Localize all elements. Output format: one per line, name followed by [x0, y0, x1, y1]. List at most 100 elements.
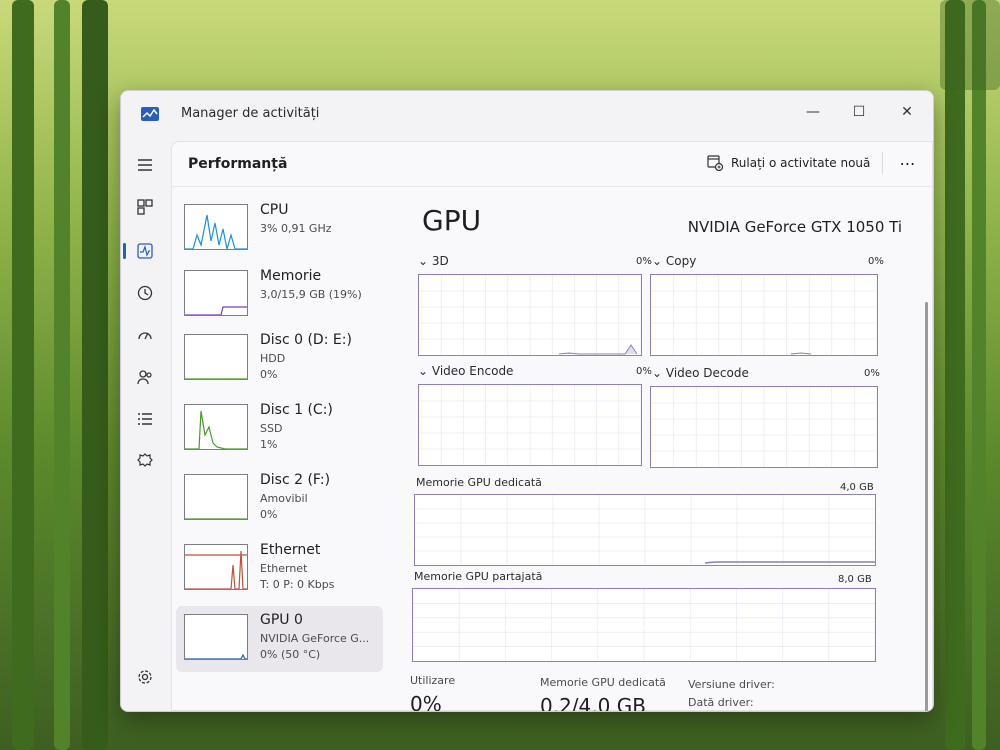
- resource-detail: Ethernet: [260, 562, 308, 575]
- resource-sparkline: [185, 378, 247, 379]
- resource-name: Disc 0 (D: E:): [260, 332, 352, 348]
- title-bar: Manager de activități — ☐ ✕: [121, 91, 933, 135]
- resource-detail: NVIDIA GeForce G...: [260, 632, 370, 645]
- resource-name: GPU 0: [260, 612, 303, 628]
- resource-detail-2: 1%: [260, 438, 278, 451]
- nav-performance[interactable]: [133, 239, 157, 263]
- more-icon: ⋯: [899, 153, 917, 173]
- resource-detail-2: 0%: [260, 368, 278, 381]
- detail-scrollbar[interactable]: [925, 302, 928, 711]
- resource-sparkline: [185, 653, 247, 659]
- nav-services[interactable]: [133, 449, 157, 473]
- services-icon: [137, 453, 153, 467]
- driver-version-label: Versiune driver:: [688, 678, 775, 691]
- resource-name: Memorie: [260, 268, 322, 284]
- task-manager-window: Manager de activități — ☐ ✕ Performanță …: [120, 90, 934, 712]
- minimize-icon: —: [806, 104, 820, 120]
- nav-processes[interactable]: [133, 195, 157, 219]
- nav-settings[interactable]: [133, 665, 157, 689]
- resource-detail: 3,0/15,9 GB (19%): [260, 288, 362, 301]
- resource-list: CPU 3% 0,91 GHz Memorie 3,0/15,9 GB (19%) Di…: [172, 190, 387, 710]
- dedicated-memory-graph: [414, 494, 876, 566]
- more-options-button[interactable]: ⋯: [894, 150, 922, 176]
- resource-name: Ethernet: [260, 542, 321, 558]
- engine-copy-graph-svg: [651, 275, 877, 355]
- resource-thumbnail: [184, 334, 248, 380]
- engine-video-encode-graph-svg: [419, 385, 641, 465]
- minimize-button[interactable]: —: [793, 99, 833, 125]
- resource-thumbnail: [184, 614, 248, 660]
- resource-thumbnail: [184, 204, 248, 250]
- engine-copy-graph: [650, 274, 878, 356]
- gpu-model-name: NVIDIA GeForce GTX 1050 Ti: [687, 218, 902, 236]
- startup-apps-icon: [138, 332, 152, 340]
- resource-thumbnail: [184, 270, 248, 316]
- engine-video-decode-label[interactable]: ⌄ Video Decode: [652, 366, 749, 380]
- nav-users[interactable]: [133, 365, 157, 389]
- engine-3d-graph-svg: [419, 275, 641, 355]
- nav-startup-apps[interactable]: [133, 323, 157, 347]
- resource-detail-2: 0%: [260, 508, 278, 521]
- menu-button[interactable]: [133, 153, 157, 177]
- app-history-icon: [137, 285, 153, 301]
- shared-memory-max: 8,0 GB: [838, 574, 872, 585]
- dedicated-stat-value: 0,2/4,0 GB: [540, 694, 646, 712]
- engine-3d-pct: 0%: [636, 256, 652, 267]
- dedicated-memory-label: Memorie GPU dedicată: [416, 476, 542, 489]
- engine-3d-label[interactable]: ⌄ 3D: [418, 254, 449, 268]
- users-icon: [137, 370, 152, 385]
- run-new-task-button[interactable]: Rulați o activitate nouă: [707, 155, 870, 171]
- engine-video-encode-label[interactable]: ⌄ Video Encode: [418, 364, 513, 378]
- resource-detail: SSD: [260, 422, 283, 435]
- resource-thumbnail: [184, 474, 248, 520]
- resource-item-memorie[interactable]: Memorie 3,0/15,9 GB (19%): [176, 262, 383, 328]
- resource-detail-2: 0% (50 °C): [260, 648, 321, 661]
- close-button[interactable]: ✕: [887, 99, 927, 125]
- resource-item-gpu-0[interactable]: GPU 0 NVIDIA GeForce G... 0% (50 °C): [176, 606, 383, 672]
- resource-name: CPU: [260, 202, 289, 218]
- shared-memory-graph-svg: [413, 589, 875, 661]
- engine-video-encode-pct: 0%: [636, 366, 652, 377]
- resource-detail: 3% 0,91 GHz: [260, 222, 332, 235]
- details-icon: [138, 413, 152, 425]
- resource-name: Disc 2 (F:): [260, 472, 331, 488]
- engine-video-decode-graph-svg: [651, 387, 877, 467]
- page-title: Performanță: [188, 156, 288, 172]
- resource-item-cpu[interactable]: CPU 3% 0,91 GHz: [176, 196, 383, 262]
- run-task-label: Rulați o activitate nouă: [731, 156, 871, 170]
- dedicated-stat-label: Memorie GPU dedicată: [540, 676, 666, 689]
- dedicated-memory-graph-svg: [415, 495, 875, 565]
- resource-item-disc-2-f[interactable]: Disc 2 (F:) Amovibil 0%: [176, 466, 383, 532]
- nav-details[interactable]: [133, 407, 157, 431]
- resource-name: Disc 1 (C:): [260, 402, 333, 418]
- resource-thumbnail: [184, 404, 248, 450]
- gpu-detail-panel: GPU NVIDIA GeForce GTX 1050 Ti ⌄ 3D 0% ⌄…: [410, 190, 920, 712]
- close-icon: ✕: [901, 104, 913, 120]
- shared-memory-label: Memorie GPU partajată: [414, 570, 543, 583]
- resource-sparkline: [185, 518, 247, 519]
- performance-page: Performanță Rulați o activitate nouă ⋯ C…: [171, 141, 933, 711]
- shared-memory-graph: [412, 588, 876, 662]
- engine-video-decode-pct: 0%: [864, 368, 880, 379]
- utilization-label: Utilizare: [410, 674, 456, 687]
- engine-video-encode-graph: [418, 384, 642, 466]
- resource-item-ethernet[interactable]: Ethernet Ethernet T: 0 P: 0 Kbps: [176, 536, 383, 602]
- run-task-icon: [707, 155, 723, 171]
- engine-copy-label[interactable]: ⌄ Copy: [652, 254, 696, 268]
- menu-icon: [138, 159, 152, 171]
- settings-icon: [138, 670, 152, 684]
- gpu-title: GPU: [422, 204, 482, 237]
- page-header: Performanță Rulați o activitate nouă ⋯: [172, 142, 932, 187]
- resource-item-disc-0-d-e[interactable]: Disc 0 (D: E:) HDD 0%: [176, 326, 383, 392]
- resource-sparkline: [185, 306, 247, 315]
- window-title: Manager de activități: [181, 106, 320, 121]
- maximize-button[interactable]: ☐: [839, 99, 879, 125]
- performance-icon: [137, 243, 153, 259]
- active-indicator: [123, 243, 126, 259]
- resource-sparkline: [185, 410, 247, 449]
- resource-detail: Amovibil: [260, 492, 308, 505]
- resource-sparkline: [185, 214, 247, 249]
- engine-3d-graph: [418, 274, 642, 356]
- nav-app-history[interactable]: [133, 281, 157, 305]
- resource-item-disc-1-c[interactable]: Disc 1 (C:) SSD 1%: [176, 396, 383, 462]
